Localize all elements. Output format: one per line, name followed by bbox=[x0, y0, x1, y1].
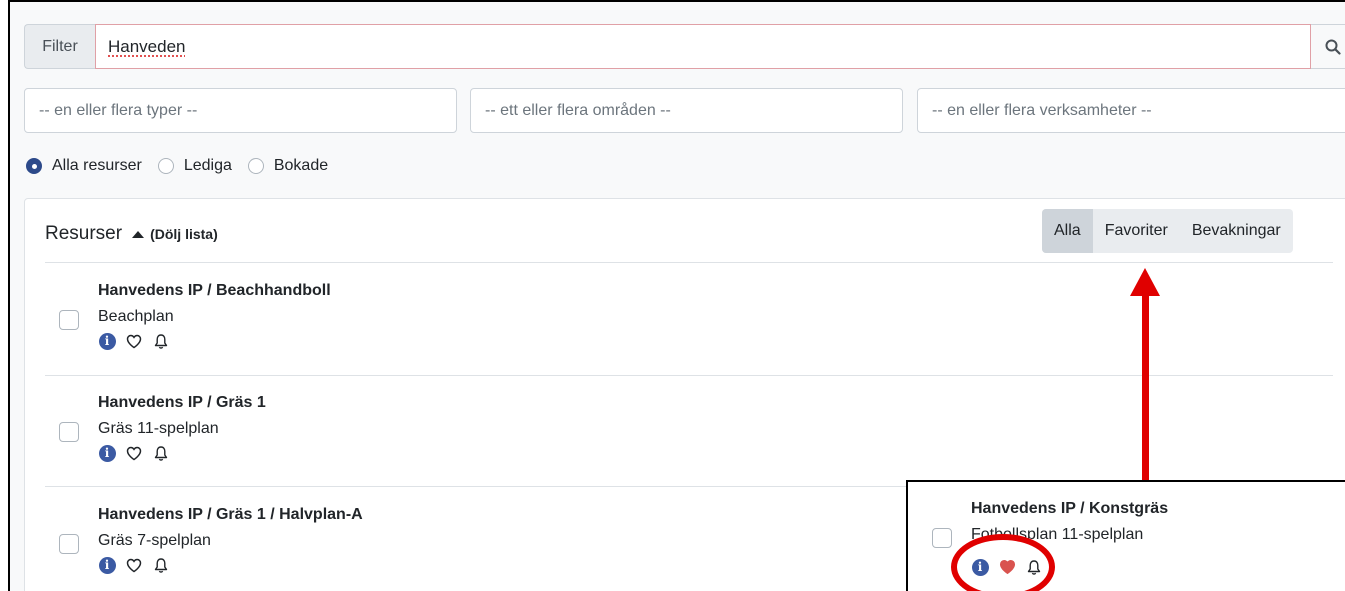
heart-icon[interactable] bbox=[125, 444, 143, 462]
info-icon[interactable]: i bbox=[98, 556, 116, 574]
type-select[interactable]: -- en eller flera typer -- bbox=[24, 88, 457, 133]
tab-watches[interactable]: Bevakningar bbox=[1180, 209, 1293, 253]
heart-icon[interactable] bbox=[125, 556, 143, 574]
availability-radio-group: Alla resurser Lediga Bokade bbox=[26, 157, 344, 175]
tab-favorites[interactable]: Favoriter bbox=[1093, 209, 1180, 253]
annotation-arrow-head bbox=[1130, 268, 1160, 296]
annotation-arrow-shaft bbox=[1142, 292, 1149, 480]
resource-type: Beachplan bbox=[98, 308, 174, 325]
resource-checkbox[interactable] bbox=[59, 534, 79, 554]
filter-value: Hanveden bbox=[108, 36, 186, 56]
radio-label: Bokade bbox=[273, 157, 329, 174]
resource-checkbox[interactable] bbox=[59, 422, 79, 442]
resource-type: Gräs 11-spelplan bbox=[98, 420, 219, 437]
divider bbox=[45, 375, 1333, 376]
filter-group: Filter Hanveden bbox=[24, 24, 1345, 69]
resource-actions: i bbox=[98, 556, 179, 574]
radio-booked[interactable]: Bokade bbox=[247, 157, 329, 175]
resource-title: Hanvedens IP / Konstgräs bbox=[971, 500, 1169, 517]
radio-dot bbox=[26, 158, 42, 174]
resource-checkbox[interactable] bbox=[932, 528, 952, 548]
radio-label: Lediga bbox=[183, 157, 232, 174]
resource-checkbox[interactable] bbox=[59, 310, 79, 330]
info-icon[interactable]: i bbox=[98, 444, 116, 462]
filter-input[interactable]: Hanveden bbox=[95, 24, 1311, 69]
search-button[interactable] bbox=[1311, 24, 1345, 69]
hide-list-link[interactable]: (Dölj lista) bbox=[150, 226, 218, 242]
activity-select[interactable]: -- en eller flera verksamheter -- bbox=[917, 88, 1345, 133]
tab-all[interactable]: Alla bbox=[1042, 209, 1093, 253]
resources-title: Resurser bbox=[45, 223, 123, 244]
resource-title: Hanvedens IP / Gräs 1 / Halvplan-A bbox=[98, 506, 363, 523]
divider bbox=[45, 262, 1333, 263]
filter-label: Filter bbox=[24, 24, 95, 69]
radio-label: Alla resurser bbox=[52, 157, 142, 174]
info-icon[interactable]: i bbox=[98, 332, 116, 350]
area-select[interactable]: -- ett eller flera områden -- bbox=[470, 88, 903, 133]
search-icon bbox=[1325, 39, 1341, 55]
resource-type: Gräs 7-spelplan bbox=[98, 532, 211, 549]
resource-tabs: Alla Favoriter Bevakningar bbox=[1042, 209, 1293, 253]
heart-icon[interactable] bbox=[125, 332, 143, 350]
bell-icon[interactable] bbox=[152, 332, 170, 350]
caret-up-icon[interactable] bbox=[132, 230, 145, 238]
radio-dot bbox=[157, 158, 174, 174]
bell-icon[interactable] bbox=[152, 444, 170, 462]
radio-available[interactable]: Lediga bbox=[157, 157, 232, 175]
radio-all-resources[interactable]: Alla resurser bbox=[26, 157, 142, 175]
resource-actions: i bbox=[98, 332, 179, 350]
resource-actions: i bbox=[98, 444, 179, 462]
radio-dot bbox=[247, 158, 264, 174]
resource-title: Hanvedens IP / Gräs 1 bbox=[98, 394, 266, 411]
resource-title: Hanvedens IP / Beachhandboll bbox=[98, 282, 331, 299]
card-header: Resurser (Dölj lista) bbox=[45, 223, 218, 245]
bell-icon[interactable] bbox=[152, 556, 170, 574]
annotation-circle bbox=[951, 534, 1055, 591]
